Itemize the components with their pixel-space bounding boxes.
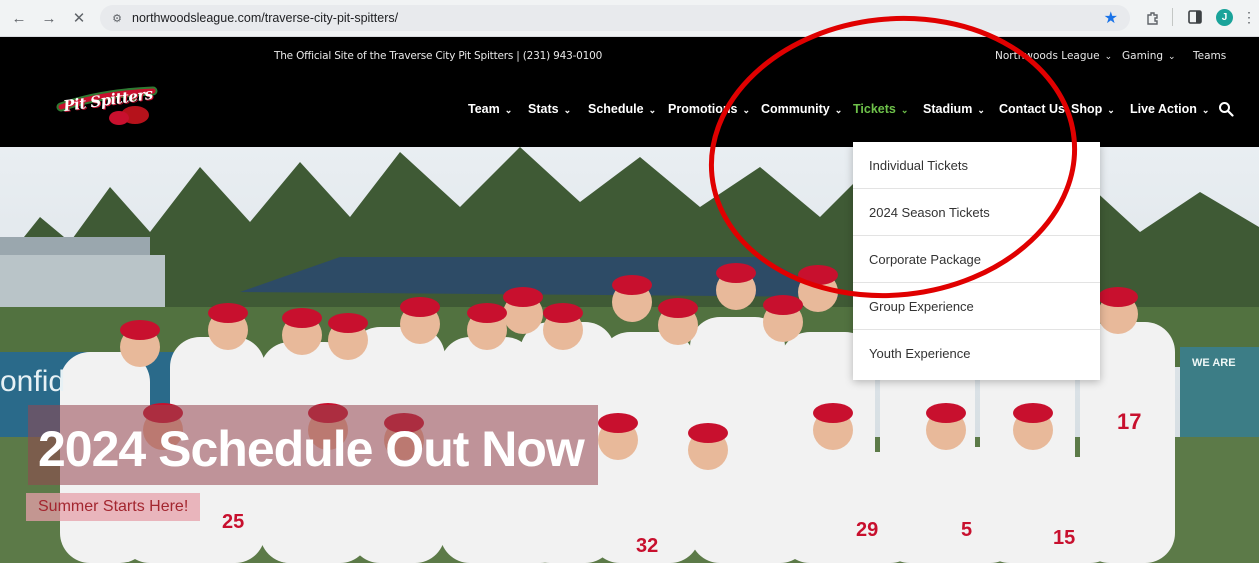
search-icon[interactable] — [1218, 101, 1234, 117]
jersey-number: 25 — [222, 511, 245, 533]
jersey-number: 5 — [961, 519, 973, 541]
chevron-down-icon: ⌄ — [504, 105, 513, 115]
chevron-down-icon: ⌄ — [742, 105, 750, 115]
dropdown-item-group-experience[interactable]: Group Experience — [853, 283, 1100, 330]
nav-item-stats[interactable]: Stats ⌄ — [528, 102, 571, 116]
dropdown-item-individual-tickets[interactable]: Individual Tickets — [853, 142, 1100, 189]
nav-item-community[interactable]: Community ⌄ — [761, 102, 842, 116]
profile-avatar[interactable]: J — [1216, 9, 1233, 26]
chevron-down-icon: ⌄ — [563, 105, 572, 115]
dropdown-item-youth-experience[interactable]: Youth Experience — [853, 330, 1100, 377]
address-bar[interactable]: ⚙ northwoodsleague.com/traverse-city-pit… — [100, 5, 1130, 31]
pit-spitters-logo[interactable]: Pit Spitters — [55, 81, 160, 129]
chevron-down-icon: ⌄ — [1107, 105, 1115, 115]
chevron-down-icon: ⌄ — [1201, 105, 1210, 115]
stadium-banner-right-text: WE ARE — [1192, 357, 1236, 369]
browser-toolbar: ← → ✕ ⚙ northwoodsleague.com/traverse-ci… — [0, 0, 1259, 37]
jersey-number: 32 — [636, 535, 659, 557]
jersey-number: 15 — [1053, 527, 1076, 549]
utility-link-teams[interactable]: Teams — [1193, 50, 1226, 62]
utility-link-northwoods-league[interactable]: Northwoods League ⌄ — [995, 50, 1112, 62]
summer-starts-here-button[interactable]: Summer Starts Here! — [26, 493, 201, 521]
jersey-number: 29 — [856, 519, 879, 541]
back-arrow-icon[interactable]: ← — [10, 9, 28, 27]
chevron-down-icon: ⌄ — [834, 105, 843, 115]
dropdown-item-season-tickets[interactable]: 2024 Season Tickets — [853, 189, 1100, 236]
toolbar-divider — [1172, 8, 1173, 26]
nav-item-stadium[interactable]: Stadium ⌄ — [923, 102, 985, 116]
chevron-down-icon: ⌄ — [900, 105, 909, 115]
utility-link-gaming[interactable]: Gaming ⌄ — [1122, 50, 1176, 62]
nav-item-promotions[interactable]: Promotions ⌄ — [668, 102, 750, 116]
address-url[interactable]: northwoodsleague.com/traverse-city-pit-s… — [132, 11, 398, 25]
hero-headline: 2024 Schedule Out Now — [38, 421, 585, 477]
chevron-down-icon: ⌄ — [1104, 52, 1113, 62]
chevron-down-icon: ⌄ — [648, 105, 657, 115]
official-site-text: The Official Site of the Traverse City P… — [274, 50, 603, 62]
utility-bar: The Official Site of the Traverse City P… — [0, 37, 1259, 77]
forward-arrow-icon[interactable]: → — [40, 9, 58, 27]
chevron-down-icon: ⌄ — [1168, 52, 1176, 62]
jersey-number: 17 — [1117, 409, 1142, 434]
side-panel-icon[interactable] — [1186, 8, 1204, 26]
nav-item-schedule[interactable]: Schedule ⌄ — [588, 102, 656, 116]
site-info-icon[interactable]: ⚙ — [110, 11, 124, 25]
nav-item-tickets[interactable]: Tickets ⌄ — [853, 102, 908, 116]
nav-item-live-action[interactable]: Live Action ⌄ — [1130, 102, 1209, 116]
tickets-dropdown-menu: Individual Tickets 2024 Season Tickets C… — [853, 142, 1100, 380]
nav-item-contact-us[interactable]: Contact Us — [999, 102, 1065, 116]
browser-menu-icon[interactable]: ⋮ — [1242, 8, 1256, 26]
extensions-icon[interactable] — [1143, 8, 1163, 28]
chevron-down-icon: ⌄ — [977, 105, 985, 115]
stop-loading-icon[interactable]: ✕ — [70, 9, 88, 27]
main-navigation: Pit Spitters Team ⌄ Stats ⌄ Schedule ⌄ Prom… — [0, 77, 1259, 147]
nav-item-team[interactable]: Team ⌄ — [468, 102, 512, 116]
bookmark-star-icon[interactable]: ★ — [1104, 8, 1118, 28]
stadium-banner-left-text: onfid — [0, 365, 66, 398]
dropdown-item-corporate-package[interactable]: Corporate Package — [853, 236, 1100, 283]
nav-item-shop[interactable]: Shop ⌄ — [1071, 102, 1115, 116]
